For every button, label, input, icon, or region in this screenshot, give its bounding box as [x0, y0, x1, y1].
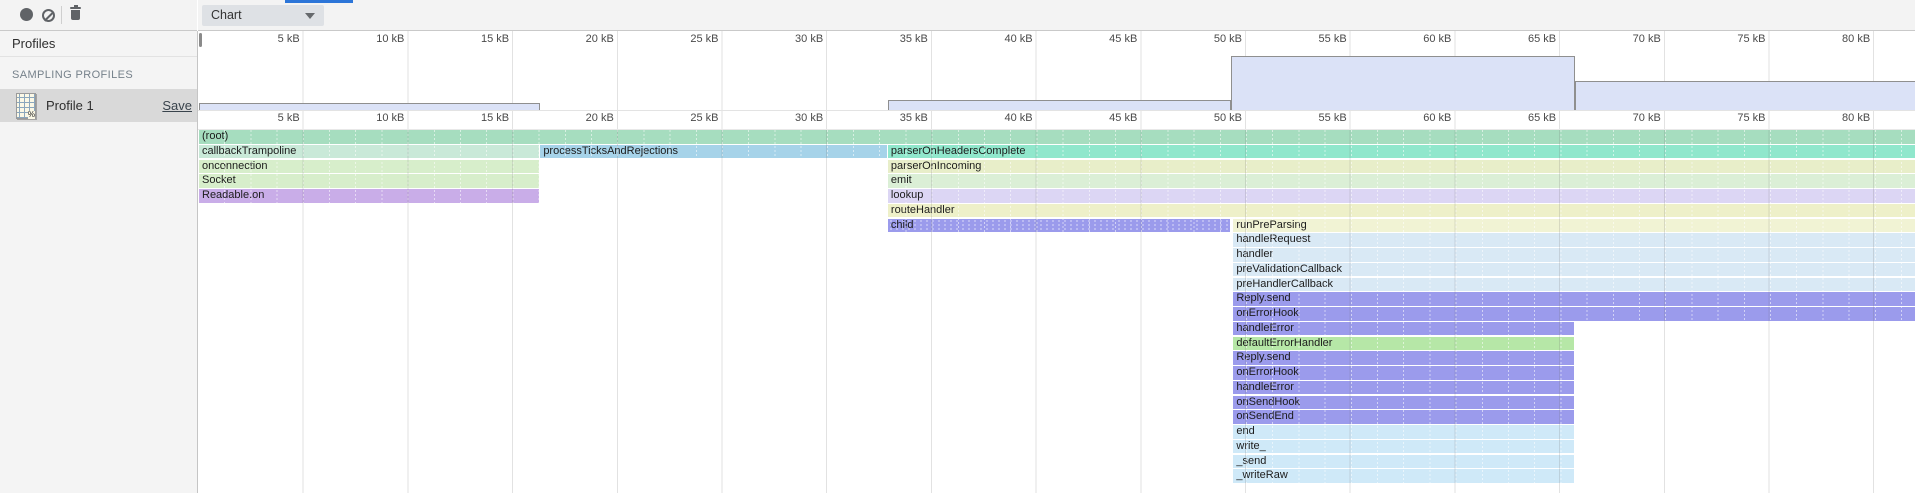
axis-tick: 50 kB	[1182, 112, 1242, 124]
frame-runPreParsing[interactable]: runPreParsing	[1233, 219, 1915, 233]
axis-tick: 30 kB	[763, 112, 823, 124]
view-mode-select[interactable]: Chart	[202, 5, 324, 26]
overview-step	[1575, 81, 1915, 110]
block-icon	[42, 9, 55, 22]
axis-tick: 55 kB	[1287, 112, 1347, 124]
axis-tick: 75 kB	[1706, 112, 1766, 124]
frame-routeHandler[interactable]: routeHandler	[888, 204, 1915, 218]
frame-handler[interactable]: handler	[1233, 248, 1915, 262]
axis-tick: 15 kB	[449, 112, 509, 124]
sidebar-title: Profiles	[12, 36, 55, 51]
heap-profile-icon: %	[16, 93, 36, 119]
sidebar-item-profile-1[interactable]: % Profile 1 Save	[0, 89, 197, 122]
frame-onErrorHook[interactable]: onErrorHook	[1233, 307, 1915, 321]
active-tab-underline	[285, 0, 353, 3]
axis-tick: 10 kB	[344, 112, 404, 124]
frame-Socket[interactable]: Socket	[199, 174, 539, 188]
frame-parserOnIncoming[interactable]: parserOnIncoming	[888, 160, 1915, 174]
flamechart-ruler: 5 kB 10 kB 15 kB 20 kB 25 kB 30 kB 35 kB 40 kB 4…	[198, 112, 1915, 125]
frame-handleError[interactable]: handleError	[1233, 381, 1573, 395]
clear-profiles-button[interactable]	[42, 9, 56, 23]
chevron-down-icon	[305, 13, 315, 19]
frame-onSendEnd[interactable]: onSendEnd	[1233, 410, 1573, 424]
frame-handleError[interactable]: handleError	[1233, 322, 1573, 336]
save-profile-link[interactable]: Save	[162, 98, 192, 113]
profiles-sidebar: Profiles SAMPLING PROFILES % Profile 1 S…	[0, 31, 198, 493]
chart-view-toolbar: Chart	[198, 0, 1915, 31]
axis-tick: 65 kB	[1496, 112, 1556, 124]
record-icon	[20, 8, 33, 21]
profiles-toolbar	[0, 0, 197, 31]
frame-Reply.send[interactable]: Reply.send	[1233, 351, 1573, 365]
frame-callbackTrampoline[interactable]: callbackTrampoline	[199, 145, 539, 159]
frame-parserOnHeadersComplete[interactable]: parserOnHeadersComplete	[888, 145, 1915, 159]
frame-root[interactable]: (root)	[199, 130, 1915, 144]
axis-tick: 70 kB	[1601, 112, 1661, 124]
sidebar-divider	[0, 56, 197, 57]
toolbar-separator	[61, 6, 62, 24]
overview-step	[1231, 56, 1574, 110]
axis-tick: 35 kB	[868, 112, 928, 124]
overview-step	[888, 100, 1231, 110]
overview-step	[199, 103, 540, 110]
memory-overview-strip[interactable]	[198, 31, 1915, 110]
axis-tick: 25 kB	[659, 112, 719, 124]
frame-write_[interactable]: write_	[1233, 440, 1573, 454]
frame-lookup[interactable]: lookup	[888, 189, 1915, 203]
frame-Reply.send[interactable]: Reply.send	[1233, 292, 1915, 306]
view-mode-value: Chart	[211, 8, 242, 22]
profile-name: Profile 1	[46, 98, 94, 113]
axis-tick: 80 kB	[1810, 112, 1870, 124]
frame-_send[interactable]: _send	[1233, 455, 1573, 469]
overview-bottom-border	[198, 110, 1915, 111]
frame-child[interactable]: child	[888, 219, 1230, 233]
frame-onSendHook[interactable]: onSendHook	[1233, 396, 1573, 410]
record-button[interactable]	[20, 8, 34, 22]
frame-preValidationCallback[interactable]: preValidationCallback	[1233, 263, 1915, 277]
frame-_writeRaw[interactable]: _writeRaw	[1233, 469, 1573, 483]
axis-tick: 60 kB	[1391, 112, 1451, 124]
frame-emit[interactable]: emit	[888, 174, 1915, 188]
axis-tick: 45 kB	[1077, 112, 1137, 124]
frame-Readable.on[interactable]: Readable.on	[199, 189, 539, 203]
frame-handleRequest[interactable]: handleRequest	[1233, 233, 1915, 247]
frame-defaultErrorHandler[interactable]: defaultErrorHandler	[1233, 337, 1573, 351]
frame-onErrorHook[interactable]: onErrorHook	[1233, 366, 1573, 380]
flame-chart: (root)callbackTrampolineprocessTicksAndR…	[198, 130, 1915, 493]
frame-onconnection[interactable]: onconnection	[199, 160, 539, 174]
frame-preHandlerCallback[interactable]: preHandlerCallback	[1233, 278, 1915, 292]
chart-pane: 5 kB 10 kB 15 kB 20 kB 25 kB 30 kB 35 kB 40 kB 4…	[198, 31, 1915, 493]
axis-tick: 40 kB	[973, 112, 1033, 124]
delete-profile-button[interactable]	[69, 7, 83, 21]
frame-processTicksAndRejections[interactable]: processTicksAndRejections	[540, 145, 887, 159]
memory-profiler-panel: Chart Profiles SAMPLING PROFILES % Profi…	[0, 0, 1915, 493]
axis-tick: 5 kB	[240, 112, 300, 124]
axis-tick: 20 kB	[554, 112, 614, 124]
frame-end[interactable]: end	[1233, 425, 1573, 439]
sampling-profiles-section-label: SAMPLING PROFILES	[12, 69, 133, 81]
